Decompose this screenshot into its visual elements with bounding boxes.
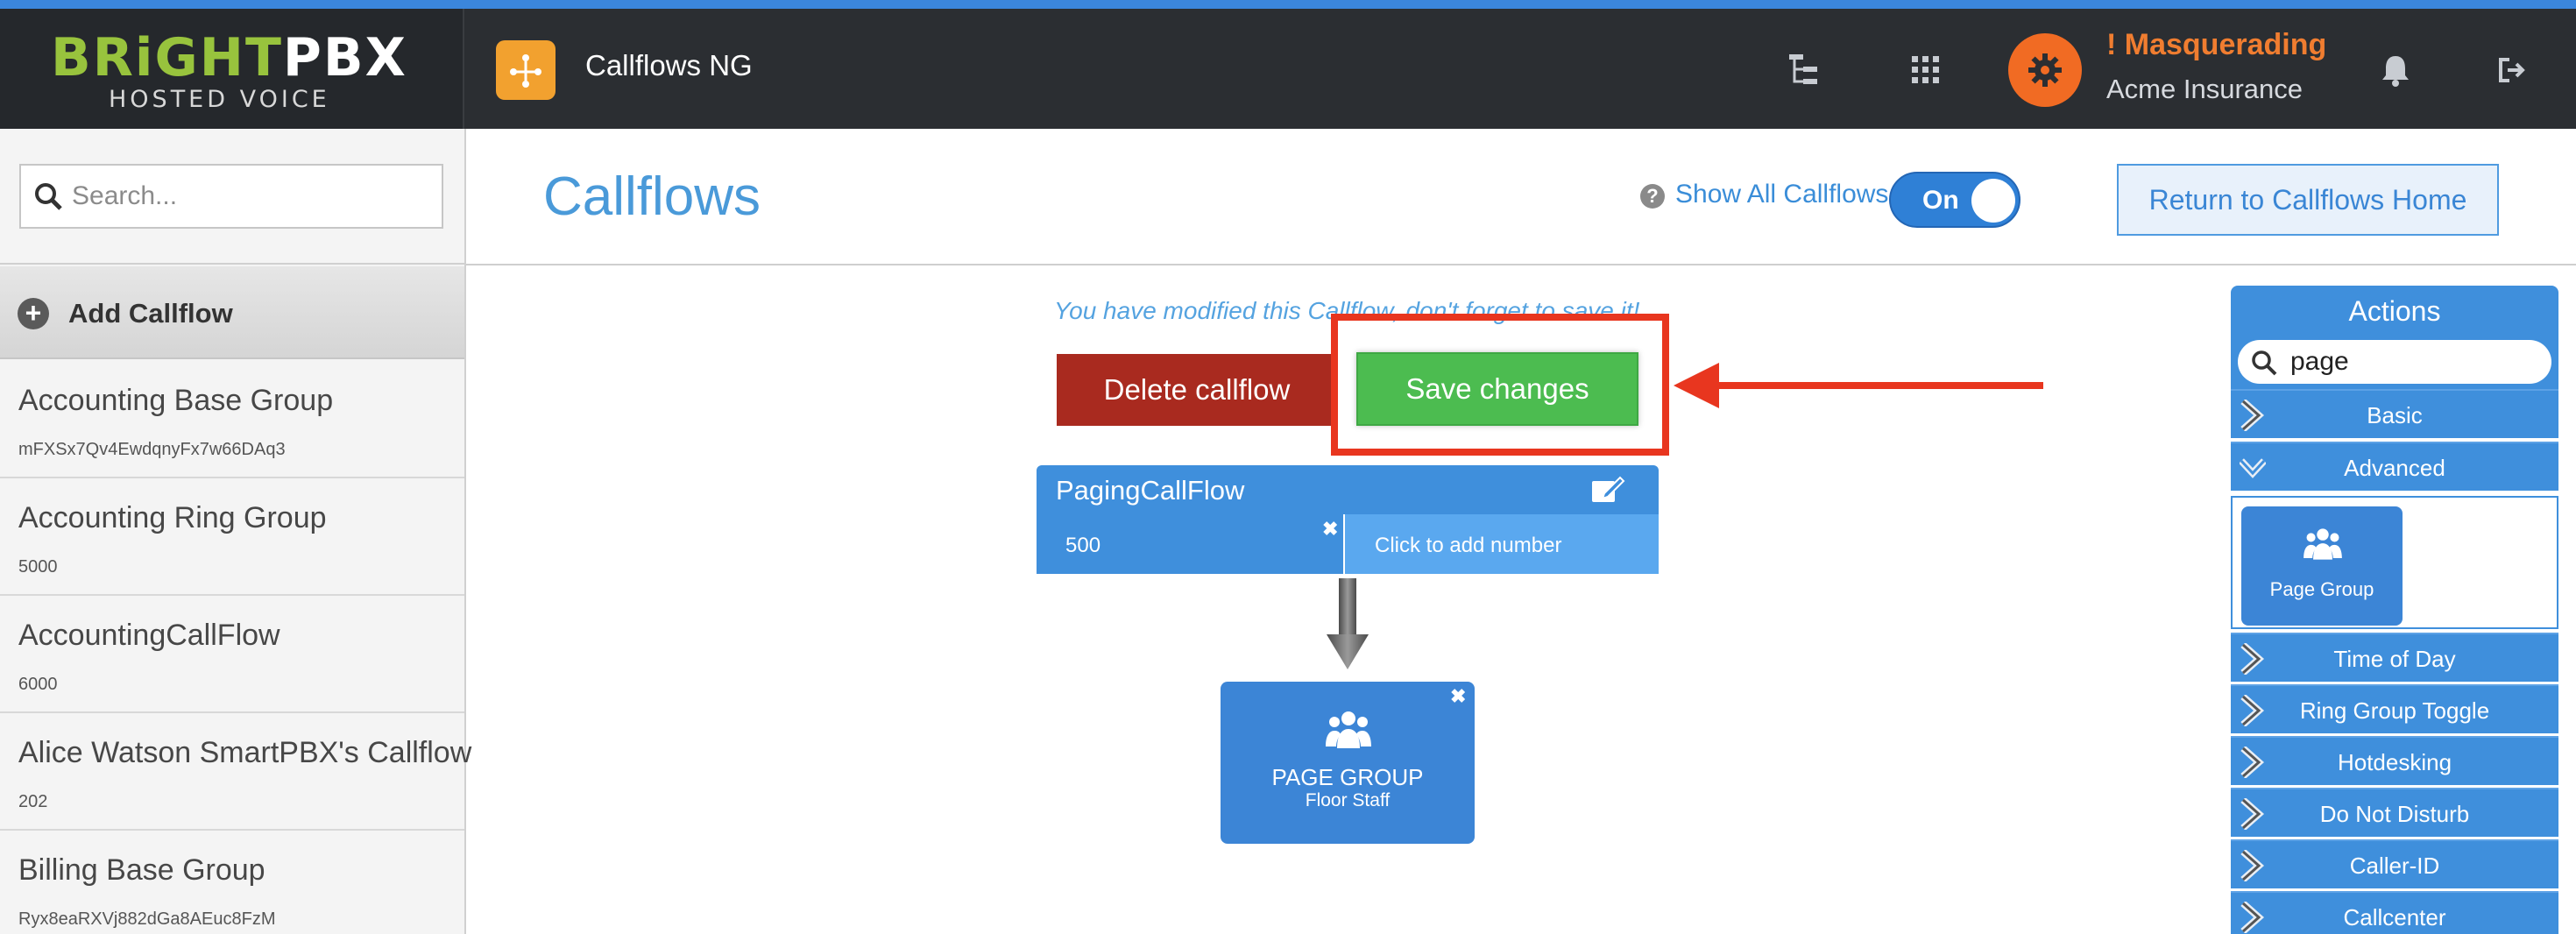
page-group-action-tile[interactable]: Page Group xyxy=(2241,506,2403,626)
callflow-number-value: 500 xyxy=(1065,534,1101,557)
callflow-name: Accounting Base Group xyxy=(18,384,334,417)
app-root: BRiGHTPBX HOSTED VOICE Callflows NG ! Ma… xyxy=(0,0,2576,934)
add-number-slot[interactable]: Click to add number xyxy=(1345,514,1659,574)
category-time-of-day[interactable]: Time of Day xyxy=(2231,633,2558,682)
advanced-actions-panel: Page Group xyxy=(2231,496,2558,629)
category-label: Caller-ID xyxy=(2349,853,2440,879)
hierarchy-icon[interactable] xyxy=(1782,47,1828,93)
category-callcenter[interactable]: Callcenter xyxy=(2231,891,2558,934)
add-number-label: Click to add number xyxy=(1375,534,1562,557)
category-label: Advanced xyxy=(2344,455,2445,481)
app-flow-icon[interactable] xyxy=(496,40,556,100)
callflow-name: Alice Watson SmartPBX's Callflow xyxy=(18,736,472,769)
add-callflow-button[interactable]: + Add Callflow xyxy=(0,266,464,359)
actions-title: Actions xyxy=(2231,286,2558,336)
close-icon[interactable]: ✖ xyxy=(1450,685,1466,708)
callflow-name-title: PagingCallFlow xyxy=(1056,475,1245,506)
category-label: Ring Group Toggle xyxy=(2299,697,2490,724)
delete-callflow-button[interactable]: Delete callflow xyxy=(1057,354,1337,426)
arrow-annotation xyxy=(1674,363,2043,408)
bell-icon[interactable] xyxy=(2373,47,2418,93)
account-name[interactable]: Acme Insurance xyxy=(2106,74,2303,105)
brand-part-1: BRiGHT xyxy=(51,27,283,88)
page-group-node[interactable]: ✖ PAGE GROUP Floor Staff xyxy=(1221,682,1475,844)
callflow-number: mFXSx7Qv4EwdqnyFx7w66DAq3 xyxy=(18,440,286,459)
callflow-number: 5000 xyxy=(18,557,58,577)
sidebar: + Add Callflow Accounting Base Group mFX… xyxy=(0,129,471,934)
brand-logo[interactable]: BRiGHTPBX HOSTED VOICE xyxy=(0,9,464,129)
callflow-list-item[interactable]: AccountingCallFlow 6000 xyxy=(0,596,464,713)
callflow-number-slot[interactable]: 500 ✖ xyxy=(1037,514,1343,574)
callflow-header[interactable]: PagingCallFlow xyxy=(1037,465,1659,514)
brand-part-2: PBX xyxy=(282,27,407,88)
return-to-callflows-home-button[interactable]: Return to Callflows Home xyxy=(2117,164,2499,236)
callflow-root-card: PagingCallFlow 500 ✖ Click to add number xyxy=(1037,465,1659,574)
people-icon xyxy=(2304,528,2342,560)
page-title: Callflows xyxy=(543,166,761,227)
gear-icon[interactable] xyxy=(2008,33,2082,107)
brand-wordmark: BRiGHTPBX xyxy=(51,30,407,86)
edit-icon[interactable] xyxy=(1589,472,1627,507)
app-title: Callflows NG xyxy=(585,49,753,81)
category-label: Callcenter xyxy=(2343,904,2446,930)
help-icon[interactable]: ? xyxy=(1640,184,1665,209)
category-basic[interactable]: Basic xyxy=(2231,389,2558,438)
category-label: Basic xyxy=(2367,402,2423,428)
sidebar-search-area xyxy=(0,129,464,265)
category-label: Do Not Disturb xyxy=(2319,801,2470,827)
actions-panel: Actions Basic Advanced xyxy=(2231,286,2558,934)
node-title: PAGE GROUP xyxy=(1271,764,1424,790)
people-icon xyxy=(1326,711,1371,748)
toggle-knob xyxy=(1971,179,2015,223)
category-advanced[interactable]: Advanced xyxy=(2231,442,2558,491)
category-label: Time of Day xyxy=(2333,646,2456,672)
category-label: Hotdesking xyxy=(2337,749,2452,775)
category-hotdesking[interactable]: Hotdesking xyxy=(2231,736,2558,785)
callflow-list-item[interactable]: Accounting Ring Group 5000 xyxy=(0,478,464,596)
masquerading-status[interactable]: ! Masquerading xyxy=(2106,28,2326,62)
callflow-list-item[interactable]: Billing Base Group Ryx8eaRXVj882dGa8AEuc… xyxy=(0,831,464,934)
top-accent-stripe xyxy=(0,0,2576,9)
callflow-list-item[interactable]: Accounting Base Group mFXSx7Qv4EwdqnyFx7… xyxy=(0,361,464,478)
close-icon[interactable]: ✖ xyxy=(1322,518,1338,541)
search-icon xyxy=(2252,350,2277,376)
actions-search-input[interactable] xyxy=(2290,340,2544,384)
show-all-callflows-label[interactable]: Show All Callflows xyxy=(1675,180,1888,209)
search-icon xyxy=(35,183,62,210)
add-callflow-label: Add Callflow xyxy=(68,298,233,329)
apps-grid-icon[interactable] xyxy=(1903,47,1949,93)
actions-search-area xyxy=(2231,336,2558,389)
callflow-number: Ryx8eaRXVj882dGa8AEuc8FzM xyxy=(18,909,276,929)
sidebar-search-box[interactable] xyxy=(19,164,443,229)
top-bar: BRiGHTPBX HOSTED VOICE Callflows NG ! Ma… xyxy=(0,9,2576,129)
category-ring-group-toggle[interactable]: Ring Group Toggle xyxy=(2231,684,2558,733)
show-all-toggle[interactable]: On xyxy=(1889,172,2020,228)
brand-tagline: HOSTED VOICE xyxy=(109,86,330,113)
callflow-list-item[interactable]: Alice Watson SmartPBX's Callflow 202 xyxy=(0,713,471,831)
callflow-name: Accounting Ring Group xyxy=(18,501,327,534)
actions-search-box[interactable] xyxy=(2238,340,2551,384)
logout-icon[interactable] xyxy=(2490,47,2536,93)
category-caller-id[interactable]: Caller-ID xyxy=(2231,839,2558,888)
callflow-name: AccountingCallFlow xyxy=(18,619,280,652)
toggle-label: On xyxy=(1922,186,1959,215)
sidebar-search-input[interactable] xyxy=(72,166,431,227)
node-subtitle: Floor Staff xyxy=(1305,790,1391,810)
down-arrow-icon xyxy=(1327,578,1369,669)
action-tile-label: Page Group xyxy=(2269,578,2374,600)
highlight-box-annotation xyxy=(1331,314,1669,456)
callflow-number: 6000 xyxy=(18,675,58,694)
add-icon: + xyxy=(18,298,49,329)
callflow-name: Billing Base Group xyxy=(18,853,265,887)
category-do-not-disturb[interactable]: Do Not Disturb xyxy=(2231,788,2558,837)
callflow-number: 202 xyxy=(18,792,48,811)
